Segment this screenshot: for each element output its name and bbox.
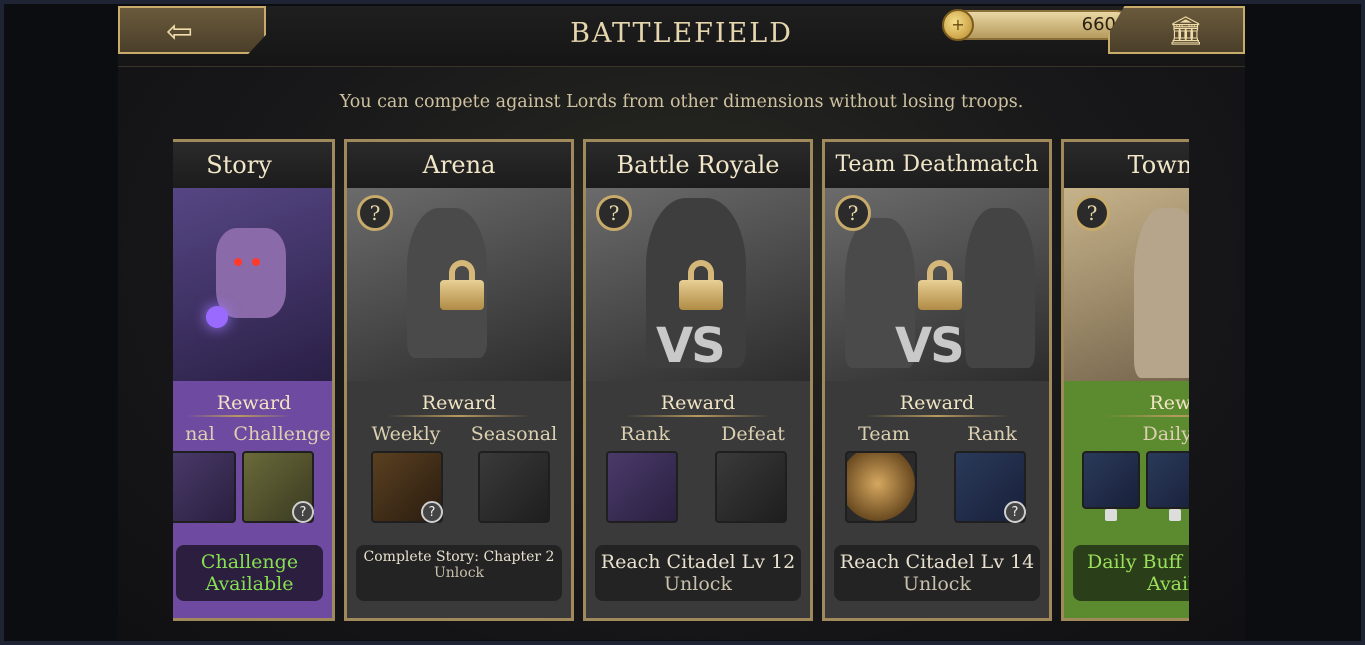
requirement-box[interactable]: Reach Citadel Lv 14 Unlock [834, 545, 1040, 601]
requirement-status: Availa [1147, 573, 1189, 595]
reward-column-label: Challenge [233, 423, 331, 445]
card-title: Town M [1064, 142, 1189, 188]
knight-figure [965, 208, 1035, 368]
card-art: ? [347, 188, 571, 381]
reward-item[interactable] [715, 451, 787, 523]
mode-card-town[interactable]: Town M ? Rewa Daily I Daily Buff Availa [1061, 139, 1189, 621]
requirement-status: Unlock [433, 565, 485, 581]
reward-title: Reward [216, 392, 292, 414]
reward-item[interactable] [1082, 451, 1140, 521]
reward-column-label: Rank [967, 423, 1017, 445]
card-title: Story [173, 142, 332, 188]
mode-card-team-deathmatch[interactable]: Team Deathmatch ? VS Reward Team Rank ? … [822, 139, 1052, 621]
reward-title: Reward [421, 392, 497, 414]
battlefield-screen: ⇦ BATTLEFIELD + 660 🏛 You can compete ag… [118, 6, 1245, 640]
lock-icon [440, 260, 484, 310]
bank-button[interactable]: 🏛 [1108, 6, 1245, 54]
reward-item[interactable] [606, 451, 678, 523]
help-icon[interactable]: ? [1074, 195, 1110, 231]
mode-carousel[interactable]: Story Reward nal Challenge ? Challenge A… [173, 139, 1189, 627]
help-icon[interactable]: ? [596, 195, 632, 231]
reward-item[interactable] [1146, 451, 1189, 521]
mode-card-arena[interactable]: Arena ? Reward Weekly Seasonal ? Complet… [344, 139, 574, 621]
lord-figure [1134, 208, 1189, 378]
requirement-box[interactable]: Challenge Available [176, 545, 323, 601]
card-title: Battle Royale [586, 142, 810, 188]
card-art: ? VS [825, 188, 1049, 381]
glowing-eye [234, 258, 242, 266]
reward-column-label: Daily I [1142, 423, 1190, 445]
requirement-status: Unlock [903, 573, 971, 595]
card-title: Arena [347, 142, 571, 188]
reward-divider [1104, 415, 1189, 417]
lock-icon [1105, 509, 1117, 521]
info-badge-icon: ? [421, 501, 443, 523]
reward-item[interactable]: ? [242, 451, 314, 523]
top-bar: ⇦ BATTLEFIELD + 660 🏛 [118, 6, 1245, 67]
requirement-status: Unlock [664, 573, 732, 595]
reward-column-label: Weekly [371, 423, 441, 445]
reward-divider [626, 415, 770, 417]
requirement-box[interactable]: Reach Citadel Lv 12 Unlock [595, 545, 801, 601]
requirement-status: Available [205, 573, 294, 595]
reward-item[interactable]: ? [954, 451, 1026, 523]
help-icon[interactable]: ? [357, 195, 393, 231]
card-title: Team Deathmatch [825, 142, 1049, 188]
reward-column-label: Team [858, 423, 910, 445]
reward-item[interactable] [173, 451, 236, 523]
reward-column-label: Seasonal [470, 423, 558, 445]
mode-card-story[interactable]: Story Reward nal Challenge ? Challenge A… [173, 139, 335, 621]
coin-add-icon[interactable]: + [942, 9, 974, 41]
reward-divider [387, 415, 531, 417]
lock-icon [1169, 509, 1181, 521]
reward-title: Rewa [1149, 392, 1189, 414]
currency-display[interactable]: + 660 [942, 9, 1132, 41]
vs-label: VS [895, 318, 965, 374]
requirement-text: Daily Buff [1087, 551, 1183, 573]
reward-item[interactable]: ? [371, 451, 443, 523]
requirement-box[interactable]: Daily Buff Availa [1073, 545, 1189, 601]
bank-icon: 🏛 [1168, 14, 1204, 47]
reward-divider [186, 415, 292, 417]
card-art: ? [1064, 188, 1189, 381]
vs-label: VS [656, 318, 726, 374]
reward-divider [865, 415, 1009, 417]
glowing-eye [252, 258, 260, 266]
mode-card-battle-royale[interactable]: Battle Royale ? VS Reward Rank Defeat Re… [583, 139, 813, 621]
info-badge-icon: ? [292, 501, 314, 523]
magic-orb [206, 306, 228, 328]
help-icon[interactable]: ? [835, 195, 871, 231]
requirement-text: Reach Citadel Lv 12 [600, 551, 796, 573]
requirement-text: Complete Story: Chapter 2 [363, 549, 555, 565]
requirement-text: Challenge [200, 551, 299, 573]
info-badge-icon: ? [1004, 501, 1026, 523]
reward-title: Reward [660, 392, 736, 414]
requirement-box[interactable]: Complete Story: Chapter 2 Unlock [356, 545, 562, 601]
requirement-text: Reach Citadel Lv 14 [839, 551, 1035, 573]
reward-title: Reward [899, 392, 975, 414]
knight-figure [216, 228, 286, 318]
page-subtitle: You can compete against Lords from other… [339, 92, 1024, 112]
reward-item[interactable] [845, 451, 917, 523]
lock-icon [918, 260, 962, 310]
reward-column-label: Rank [620, 423, 670, 445]
reward-item[interactable] [478, 451, 550, 523]
reward-column-label: Defeat [721, 423, 785, 445]
card-art [173, 188, 332, 381]
lock-icon [679, 260, 723, 310]
card-art: ? VS [586, 188, 810, 381]
